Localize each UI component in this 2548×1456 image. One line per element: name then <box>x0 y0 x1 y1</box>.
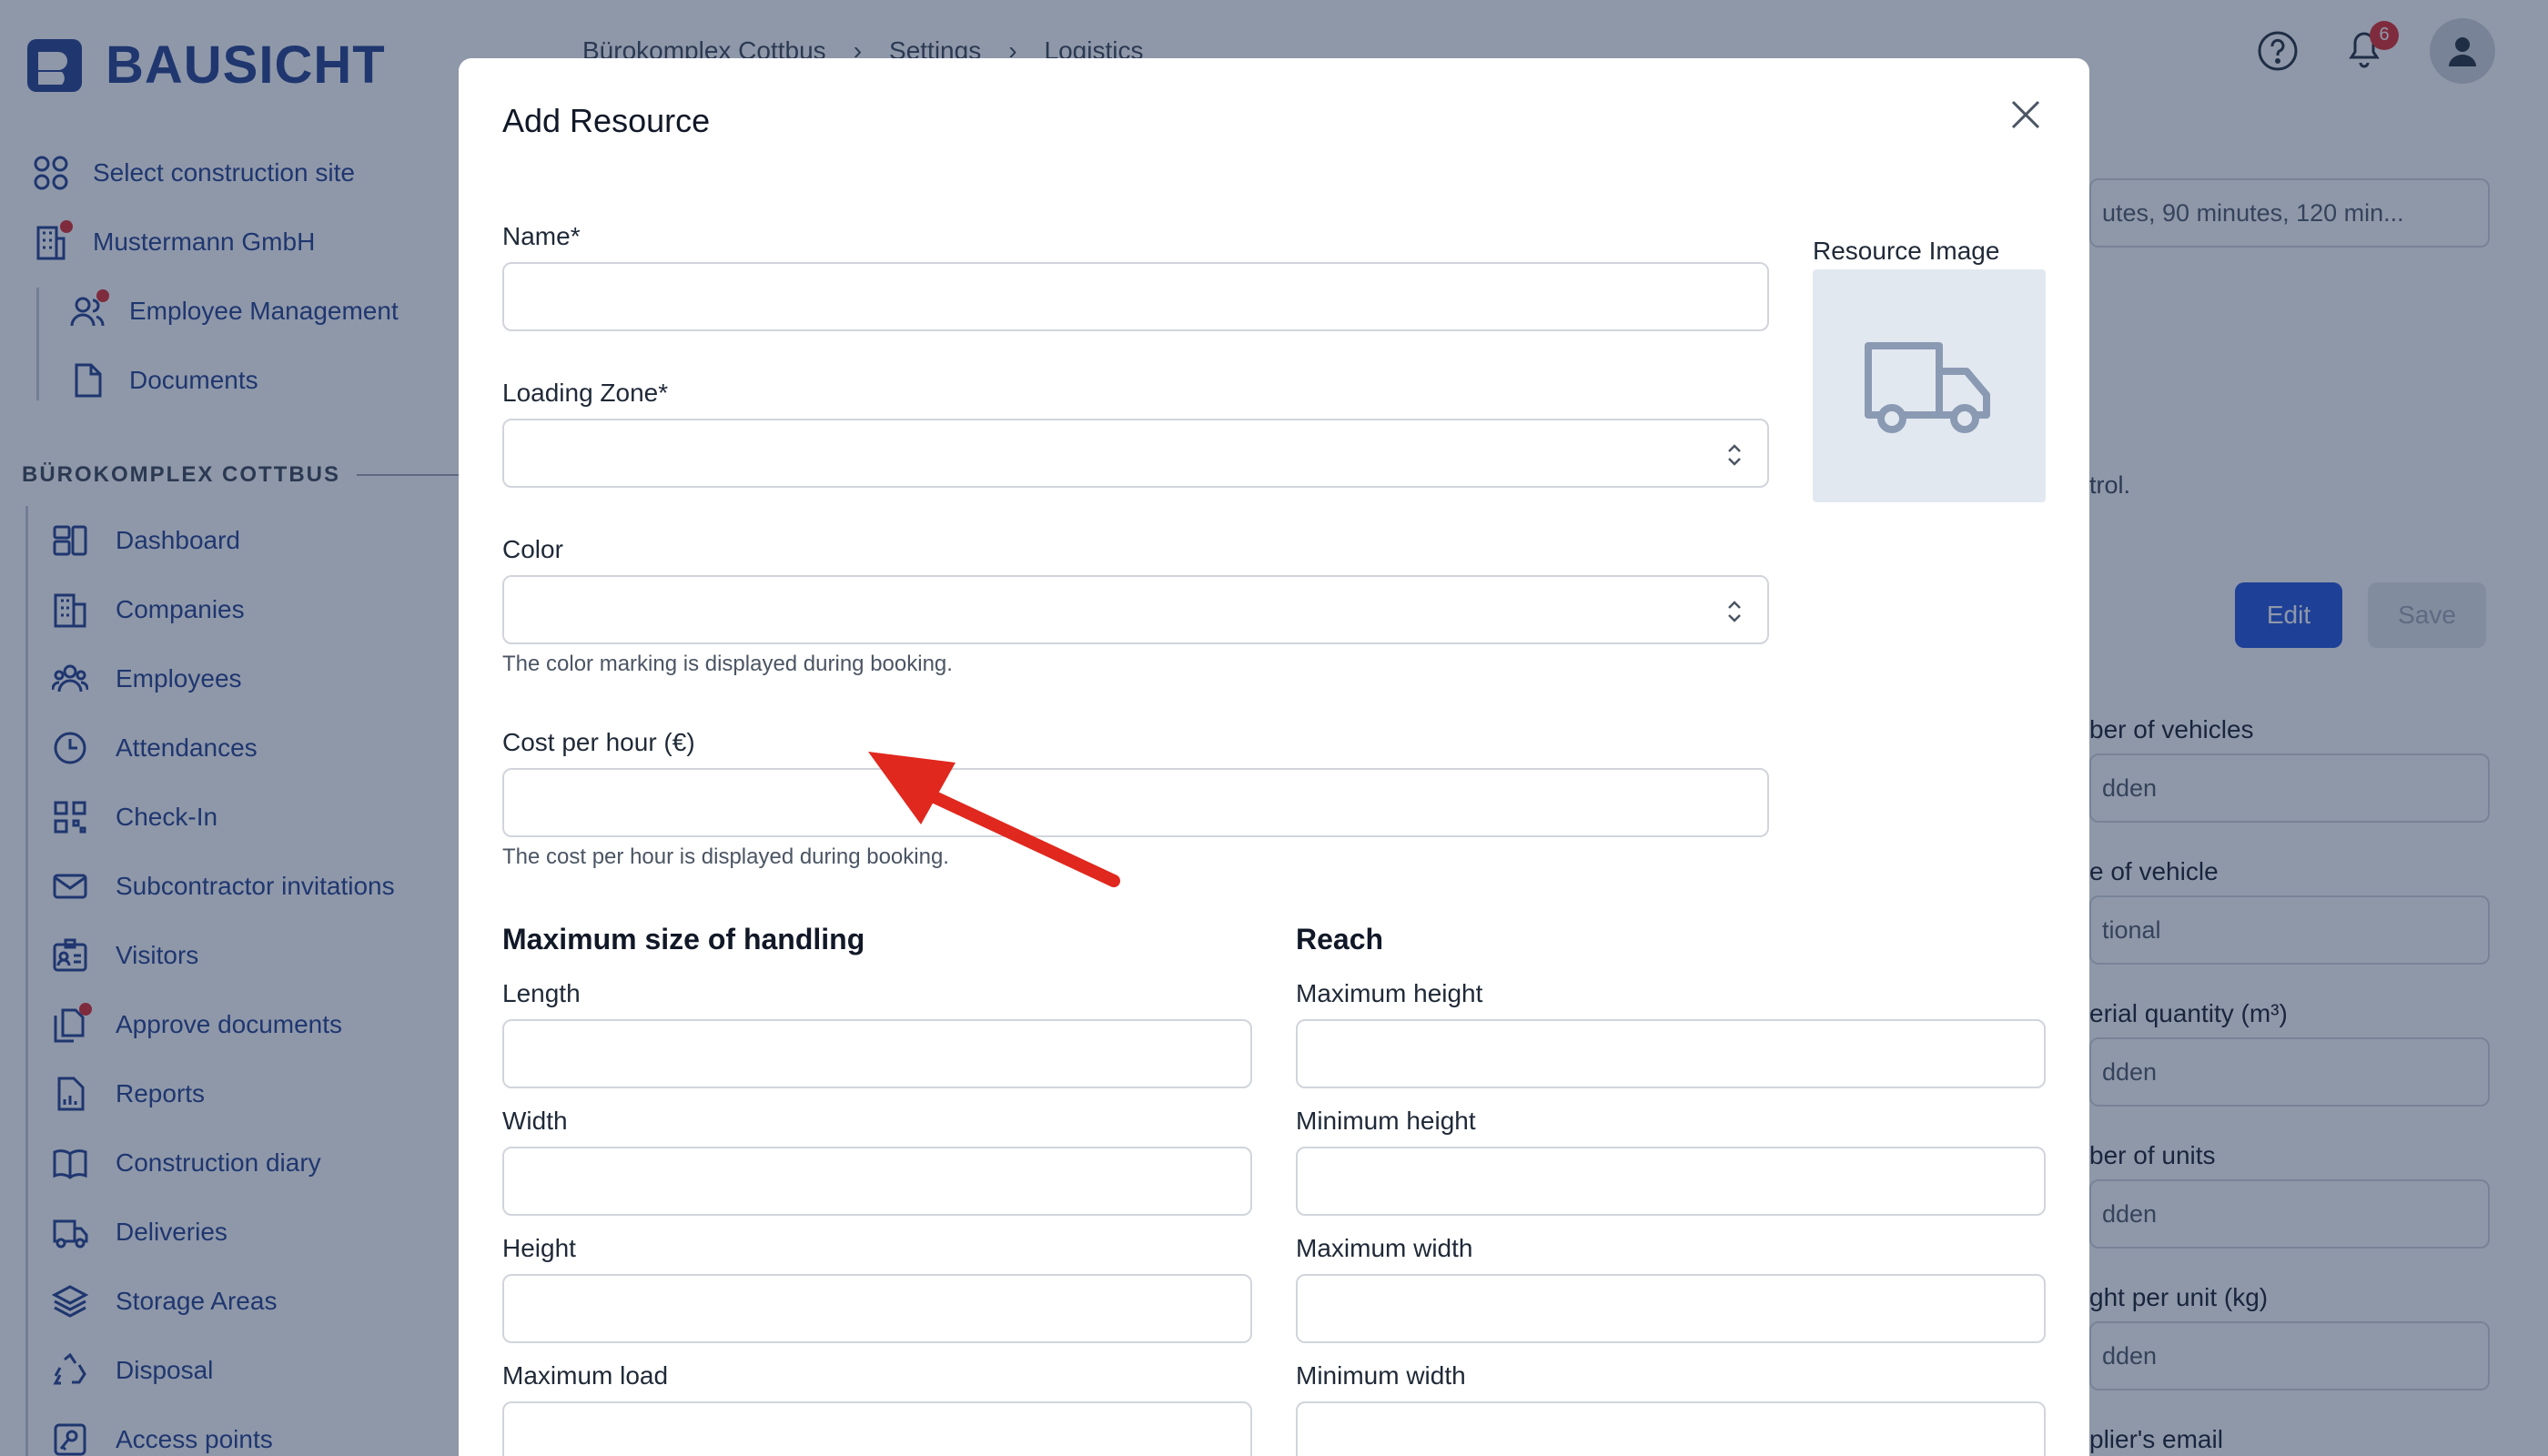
handling-section-title: Maximum size of handling <box>502 923 865 956</box>
maximum-width-label: Maximum width <box>1296 1234 1473 1262</box>
maximum-height-label: Maximum height <box>1296 979 1483 1007</box>
name-input[interactable] <box>502 262 1769 331</box>
name-label: Name* <box>502 222 581 250</box>
maximum-width-input[interactable] <box>1296 1274 2046 1343</box>
color-select[interactable] <box>502 575 1769 644</box>
maximum-load-label: Maximum load <box>502 1361 669 1390</box>
cost-label: Cost per hour (€) <box>502 728 695 756</box>
loading-zone-label: Loading Zone* <box>502 379 669 407</box>
length-input[interactable] <box>502 1019 1252 1088</box>
color-label: Color <box>502 535 563 563</box>
cost-help-text: The cost per hour is displayed during bo… <box>502 844 949 869</box>
width-label: Width <box>502 1107 568 1135</box>
minimum-width-input[interactable] <box>1296 1401 2046 1456</box>
minimum-width-label: Minimum width <box>1296 1361 1466 1390</box>
cost-per-hour-input[interactable] <box>502 768 1769 837</box>
height-input[interactable] <box>502 1274 1252 1343</box>
chevron-up-down-icon <box>1728 601 1741 622</box>
resource-image-label: Resource Image <box>1813 237 2000 265</box>
width-input[interactable] <box>502 1147 1252 1216</box>
loading-zone-select[interactable] <box>502 419 1769 488</box>
close-icon[interactable] <box>2007 96 2044 133</box>
chevron-up-down-icon <box>1728 444 1741 466</box>
reach-section-title: Reach <box>1296 923 1384 956</box>
length-label: Length <box>502 979 581 1007</box>
maximum-load-input[interactable] <box>502 1401 1252 1456</box>
height-label: Height <box>502 1234 576 1262</box>
minimum-height-label: Minimum height <box>1296 1107 1476 1135</box>
maximum-height-input[interactable] <box>1296 1019 2046 1088</box>
truck-icon <box>1865 342 1990 433</box>
add-resource-dialog: Add Resource Name* Loading Zone* Color T… <box>459 58 2089 1456</box>
dialog-title: Add Resource <box>502 102 711 139</box>
resource-image-upload[interactable] <box>1813 269 2046 502</box>
color-help-text: The color marking is displayed during bo… <box>502 652 953 676</box>
minimum-height-input[interactable] <box>1296 1147 2046 1216</box>
